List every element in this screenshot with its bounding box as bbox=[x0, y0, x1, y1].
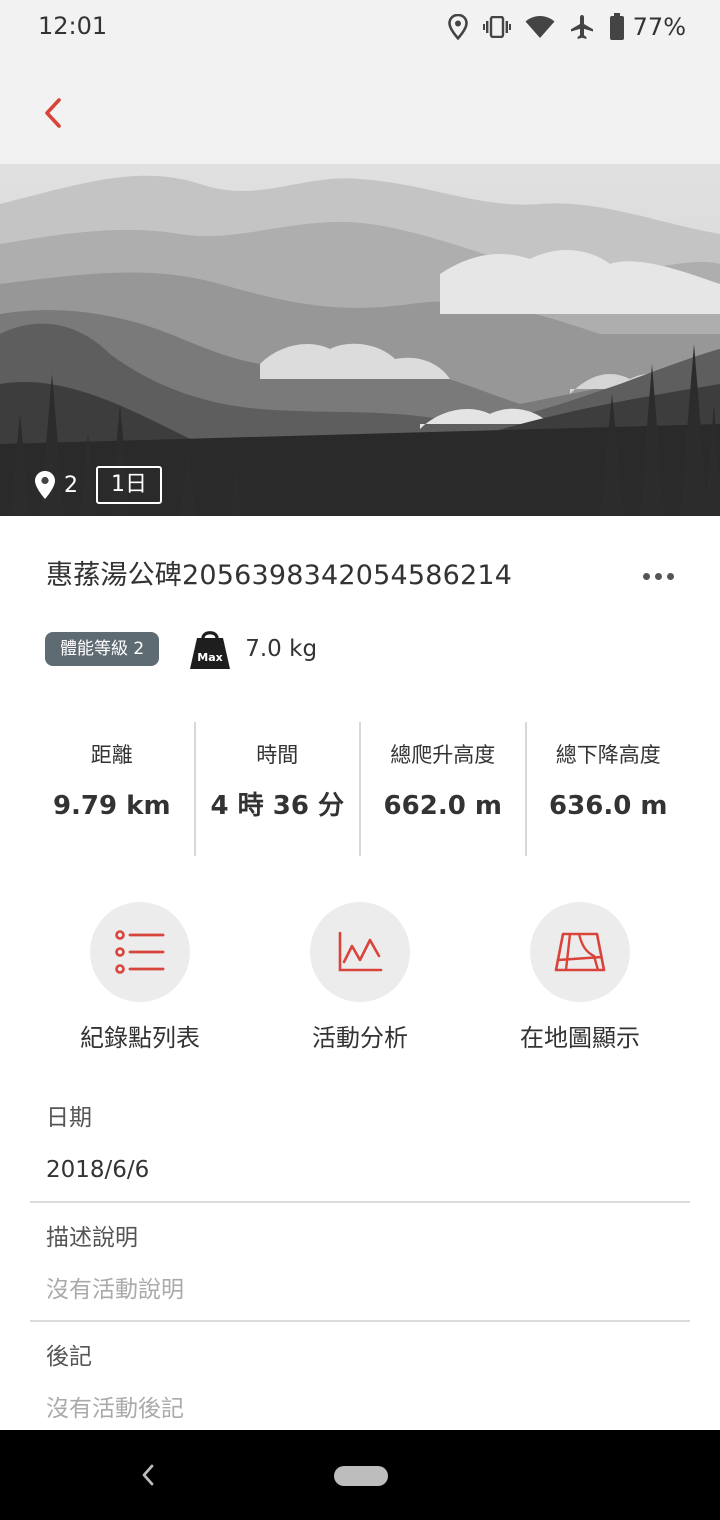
wifi-icon bbox=[525, 16, 555, 38]
stat-label: 總下降高度 bbox=[555, 743, 661, 767]
waypoint-list-button[interactable]: 紀錄點列表 bbox=[30, 902, 250, 1054]
description-placeholder: 沒有活動說明 bbox=[46, 1277, 184, 1303]
map-icon bbox=[554, 932, 606, 972]
weight-icon: Max bbox=[190, 631, 231, 669]
chevron-left-icon bbox=[45, 98, 61, 128]
action-label: 活動分析 bbox=[312, 1024, 408, 1052]
back-button[interactable] bbox=[30, 86, 76, 140]
show-on-map-button[interactable]: 在地圖顯示 bbox=[470, 902, 690, 1054]
activity-analysis-button[interactable]: 活動分析 bbox=[250, 902, 470, 1054]
title-row: 惠蓀湯公碑2056398342054586214 bbox=[46, 556, 680, 596]
location-icon bbox=[447, 14, 468, 40]
notes-label: 後記 bbox=[46, 1344, 92, 1370]
date-value: 2018/6/6 bbox=[46, 1157, 150, 1183]
action-label: 在地圖顯示 bbox=[520, 1024, 640, 1052]
action-circle bbox=[310, 902, 410, 1002]
fitness-level-badge: 體能等級 2 bbox=[45, 632, 160, 666]
top-app-bar bbox=[0, 56, 720, 166]
map-pin-icon bbox=[35, 471, 55, 499]
stat-descent: 總下降高度 636.0 m bbox=[527, 722, 691, 856]
chevron-left-icon bbox=[142, 1464, 154, 1486]
stat-value: 636.0 m bbox=[549, 791, 668, 821]
stat-label: 時間 bbox=[256, 743, 299, 767]
hero-overlay: 2 1日 bbox=[34, 466, 162, 504]
mountain-landscape-image bbox=[0, 164, 720, 516]
stat-value: 4 時 36 分 bbox=[210, 791, 344, 821]
stat-ascent: 總爬升高度 662.0 m bbox=[361, 722, 527, 856]
more-dot-icon bbox=[642, 572, 650, 580]
chart-icon bbox=[338, 931, 383, 972]
action-circle bbox=[530, 902, 630, 1002]
system-navigation-bar bbox=[0, 1430, 720, 1520]
weight-icon-text: Max bbox=[198, 651, 223, 664]
more-dot-icon bbox=[654, 572, 662, 580]
status-time: 12:01 bbox=[38, 12, 108, 40]
stat-value: 662.0 m bbox=[383, 791, 502, 821]
action-circle bbox=[90, 902, 190, 1002]
action-label: 紀錄點列表 bbox=[80, 1024, 200, 1052]
trip-meta: 體能等級 2 Max 7.0 kg bbox=[45, 628, 317, 670]
divider bbox=[30, 1320, 690, 1322]
system-back-button[interactable] bbox=[132, 1456, 164, 1494]
date-label: 日期 bbox=[46, 1105, 92, 1131]
duration-badge: 1日 bbox=[96, 466, 162, 504]
vibrate-icon bbox=[482, 16, 511, 38]
max-weight-value: 7.0 kg bbox=[245, 636, 318, 662]
battery-icon bbox=[609, 13, 624, 40]
notes-placeholder: 沒有活動後記 bbox=[46, 1396, 184, 1422]
max-weight: Max 7.0 kg bbox=[189, 628, 317, 670]
trip-title: 惠蓀湯公碑2056398342054586214 bbox=[46, 560, 513, 591]
date-section: 日期 2018/6/6 bbox=[30, 1102, 690, 1186]
divider bbox=[30, 1201, 690, 1203]
waypoint-count: 2 bbox=[34, 470, 78, 500]
system-home-button[interactable] bbox=[334, 1466, 388, 1486]
stat-label: 距離 bbox=[90, 743, 133, 767]
list-icon bbox=[115, 930, 165, 974]
airplane-icon bbox=[570, 15, 593, 39]
hero-image: 2 1日 bbox=[0, 164, 720, 516]
status-icons: 77% bbox=[447, 10, 686, 44]
description-section[interactable]: 描述說明 沒有活動說明 bbox=[30, 1222, 690, 1306]
description-label: 描述說明 bbox=[46, 1225, 138, 1251]
status-bar: 12:01 77% bbox=[0, 0, 720, 56]
stat-distance: 距離 9.79 km bbox=[30, 722, 196, 856]
stat-time: 時間 4 時 36 分 bbox=[196, 722, 361, 856]
more-options-button[interactable] bbox=[636, 560, 680, 592]
trip-stats: 距離 9.79 km 時間 4 時 36 分 總爬升高度 662.0 m 總下降… bbox=[30, 722, 690, 856]
stat-label: 總爬升高度 bbox=[390, 743, 496, 767]
stat-value: 9.79 km bbox=[52, 791, 171, 821]
notes-section[interactable]: 後記 沒有活動後記 bbox=[30, 1341, 690, 1425]
battery-percentage: 77% bbox=[632, 13, 686, 41]
more-dot-icon bbox=[666, 572, 674, 580]
waypoint-count-value: 2 bbox=[64, 472, 78, 498]
